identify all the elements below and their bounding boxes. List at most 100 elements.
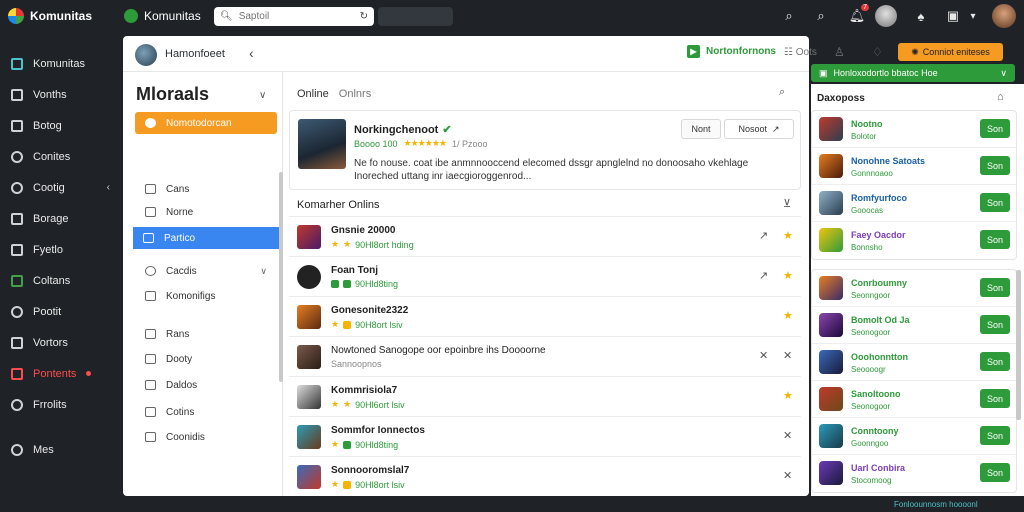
sidebar-item-botog[interactable]: Botog: [0, 110, 120, 141]
scrollbar[interactable]: [1016, 270, 1021, 420]
list-item[interactable]: Bomolt Od Ja Seonogoor Son: [812, 307, 1016, 344]
list-item[interactable]: Gonesonite2322 ★ 90H8ort lsiv ★: [289, 296, 801, 336]
app-brand[interactable]: Komunitas: [8, 8, 92, 24]
list-item[interactable]: Sanoltoono Seonogoor Son: [812, 381, 1016, 418]
star-icon[interactable]: ★: [783, 389, 793, 402]
list-item[interactable]: Conrboumny Seonngoor Son: [812, 270, 1016, 307]
star-icon[interactable]: ★: [783, 269, 793, 282]
channel-group[interactable]: Cacdis ∨: [135, 260, 277, 282]
zoom-icon[interactable]: ⌕: [812, 7, 830, 25]
top-filter-field[interactable]: [378, 7, 453, 26]
channel-item[interactable]: Rans: [135, 323, 277, 345]
pin-icon[interactable]: ↗: [759, 229, 768, 242]
profile-avatar[interactable]: [875, 5, 897, 27]
sidebar-item-mes[interactable]: Mes: [0, 434, 120, 465]
search-icon[interactable]: ⌕: [780, 7, 798, 25]
sidebar-item-borage[interactable]: Borage: [0, 203, 120, 234]
list-item[interactable]: Foan Tonj 90Hld8ting ↗ ★: [289, 256, 801, 296]
card-secondary-button[interactable]: Nosoot ↗: [724, 119, 794, 139]
channel-item[interactable]: Cotins: [135, 401, 277, 423]
list-item[interactable]: Faey Oacdor Bonnsho Son: [812, 222, 1016, 259]
close-icon[interactable]: ⊻: [783, 197, 791, 210]
user-icon[interactable]: ♙: [834, 45, 845, 59]
box-icon: [11, 119, 23, 132]
close-icon[interactable]: ✕: [759, 349, 768, 362]
join-button[interactable]: Son: [980, 352, 1010, 371]
close-icon[interactable]: ✕: [783, 349, 792, 362]
search-input[interactable]: [238, 11, 354, 22]
sidebar-item-frrolits[interactable]: Frrolits: [0, 389, 120, 420]
join-button[interactable]: Son: [980, 230, 1010, 249]
sidebar-item-cootig[interactable]: Cootig ‹: [0, 172, 120, 203]
avatar: [297, 425, 321, 449]
search-bar[interactable]: 🔍︎ ↻: [214, 7, 374, 26]
notification-icon[interactable]: 🔔︎ 7: [848, 4, 869, 25]
join-button[interactable]: Son: [980, 426, 1010, 445]
tab-onlnrs[interactable]: Onlnrs: [339, 88, 371, 100]
home-icon[interactable]: ⌂: [997, 91, 1004, 103]
sidebar-item-komunitas[interactable]: Komunitas: [0, 48, 120, 79]
list-item[interactable]: Ooohonntton Seoooogr Son: [812, 344, 1016, 381]
chevron-down-icon[interactable]: ∨: [259, 90, 266, 101]
house-icon: [11, 212, 23, 225]
search-icon[interactable]: ⌕: [779, 86, 785, 99]
join-button[interactable]: Son: [980, 315, 1010, 334]
star-icon[interactable]: ★: [783, 309, 793, 322]
settings-icon[interactable]: ▣: [944, 7, 962, 25]
channel-item[interactable]: Coonidis: [135, 426, 277, 448]
join-button[interactable]: Son: [980, 278, 1010, 297]
list-item[interactable]: Romfyurfoco Gooocas Son: [812, 185, 1016, 222]
channel-item-selected[interactable]: Partico: [133, 227, 283, 249]
chevron-left-icon[interactable]: ‹: [107, 182, 110, 193]
scrollbar[interactable]: [279, 172, 283, 382]
card-primary-button[interactable]: Nont: [681, 119, 721, 139]
list-item[interactable]: Kommrisiola7 ★ ★ 90Hl6ort lsiv ★: [289, 376, 801, 416]
green-action[interactable]: ▶ Nortonfornons: [687, 45, 776, 58]
community-brand[interactable]: Komunitas: [124, 9, 201, 23]
join-button[interactable]: Son: [980, 389, 1010, 408]
list-item[interactable]: Gnsnie 20000 ★ ★ 90Hl8ort hding ↗ ★: [289, 216, 801, 256]
tab-online[interactable]: Online: [297, 88, 329, 100]
close-icon[interactable]: ✕: [783, 469, 792, 482]
sidebar-item-coltans[interactable]: Coltans: [0, 265, 120, 296]
channel-item[interactable]: Daldos: [135, 374, 277, 396]
chevron-down-icon[interactable]: ▾: [964, 7, 982, 25]
community-avatar[interactable]: [135, 44, 157, 66]
pin-icon[interactable]: ↗: [759, 269, 768, 282]
join-button[interactable]: Son: [980, 193, 1010, 212]
list-item[interactable]: Nootno Bolotor Son: [812, 111, 1016, 148]
bell-icon[interactable]: ♢: [872, 45, 883, 59]
promo-bar[interactable]: ▣ Honloxodortlo bbatoc Hoe ∨: [811, 64, 1015, 82]
user-avatar[interactable]: [992, 4, 1016, 28]
channel-item-active[interactable]: Nomotodorcan: [135, 112, 277, 134]
sidebar-item-pootit[interactable]: Pootit: [0, 296, 120, 327]
list-item[interactable]: Conntoony Goonngoo Son: [812, 418, 1016, 455]
list-item[interactable]: Nowtoned Sanogope oor epoinbre ihs Doooo…: [289, 336, 801, 376]
join-button[interactable]: Son: [980, 156, 1010, 175]
header-tool[interactable]: ☷ Oots: [784, 47, 817, 58]
community-title: Hamonfoeet: [165, 48, 225, 60]
sidebar-item-pontents[interactable]: Pontents: [0, 358, 120, 389]
list-item[interactable]: Nonohne Satoats Gonnnoaoo Son: [812, 148, 1016, 185]
star-icon[interactable]: ★: [783, 229, 793, 242]
sidebar-item-fyetlo[interactable]: Fyetlo: [0, 234, 120, 265]
channel-item[interactable]: Komonifigs: [135, 285, 277, 307]
channel-item[interactable]: Cans: [135, 178, 277, 200]
list-item[interactable]: Sommfor Ionnectos ★ 90Hld8ting ✕: [289, 416, 801, 456]
chevron-down-icon[interactable]: ∨: [1000, 68, 1007, 79]
channel-item[interactable]: Norne: [135, 201, 277, 223]
channel-item[interactable]: Dooty: [135, 348, 277, 370]
chevron-left-icon[interactable]: ‹: [249, 45, 254, 61]
orange-action-button[interactable]: ✺ Conniot eniteses: [898, 43, 1003, 61]
close-icon[interactable]: ✕: [783, 429, 792, 442]
refresh-icon[interactable]: ↻: [360, 11, 368, 22]
game-icon[interactable]: ♠: [912, 7, 930, 25]
list-item[interactable]: Uarl Conbira Stocomoog Son: [812, 455, 1016, 492]
sidebar-item-conites[interactable]: Conites: [0, 141, 120, 172]
sidebar-item-vonths[interactable]: Vonths: [0, 79, 120, 110]
chevron-down-icon[interactable]: ∨: [260, 266, 267, 277]
join-button[interactable]: Son: [980, 119, 1010, 138]
list-item[interactable]: Sonnooromslal7 ★ 90Hl8ort lsiv ✕: [289, 456, 801, 496]
join-button[interactable]: Son: [980, 463, 1010, 482]
sidebar-item-vortors[interactable]: Vortors: [0, 327, 120, 358]
